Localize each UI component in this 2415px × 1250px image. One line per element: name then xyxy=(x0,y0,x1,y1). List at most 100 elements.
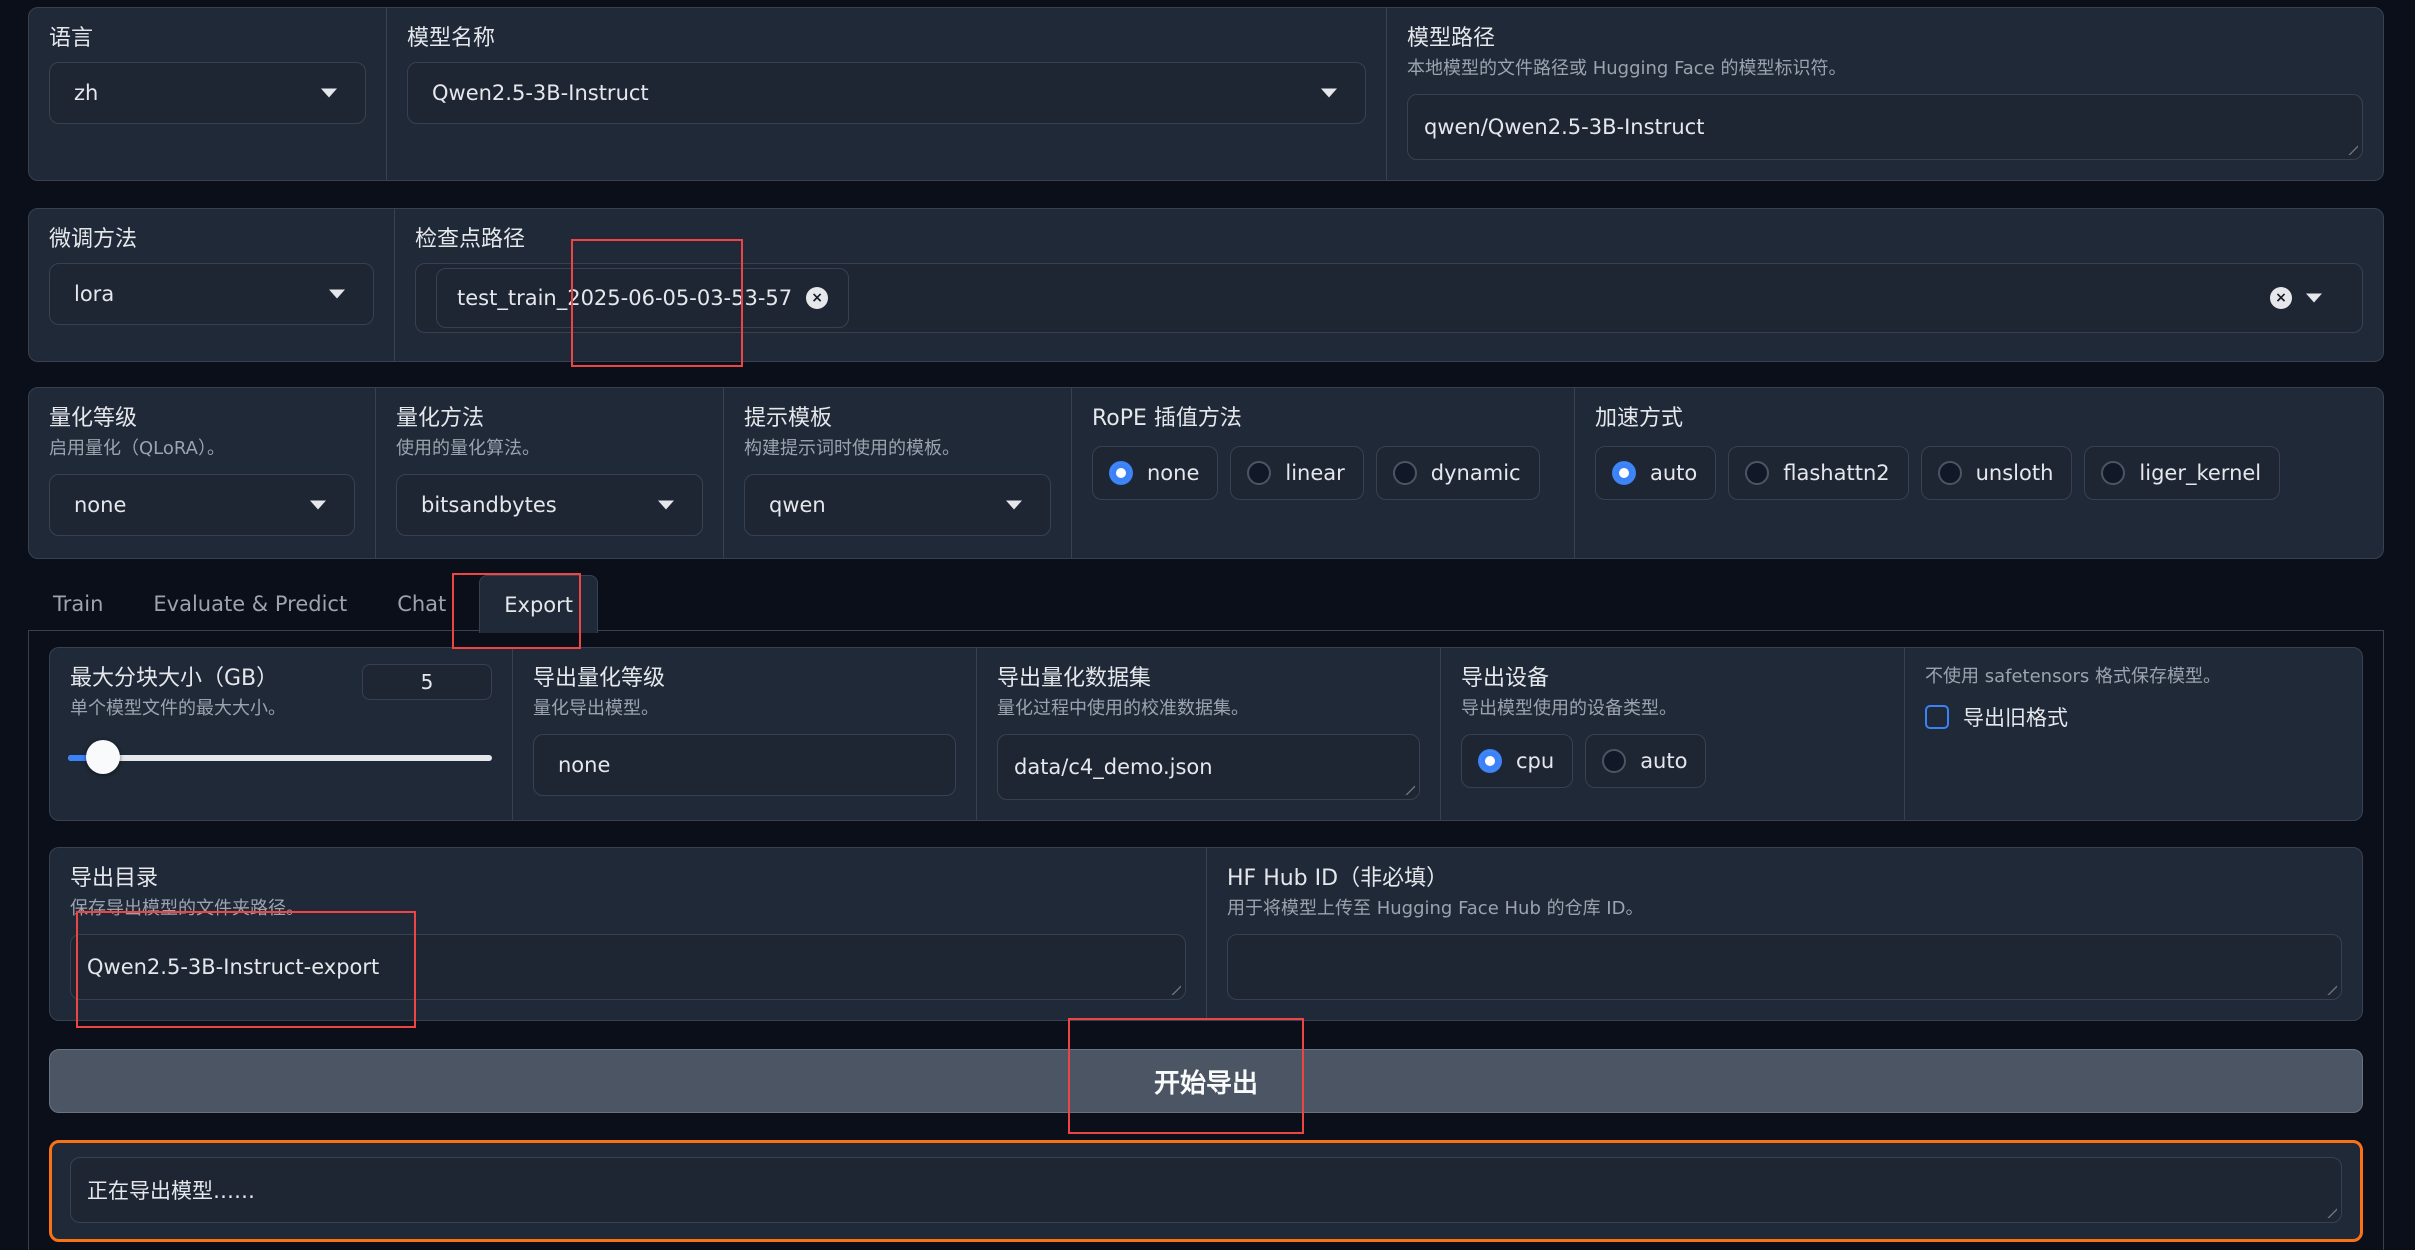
booster-label: 加速方式 xyxy=(1595,406,1684,431)
model-path-description: 本地模型的文件路径或 Hugging Face 的模型标识符。 xyxy=(1407,58,1847,80)
checkpoint-multiselect[interactable]: test_train_2025-06-05-03-53-57 × × xyxy=(415,263,2363,334)
legacy-format-checkbox-row[interactable]: 导出旧格式 xyxy=(1925,702,2342,732)
export-dir-value: Qwen2.5-3B-Instruct-export xyxy=(87,954,380,979)
finetune-value: lora xyxy=(74,282,115,307)
model-name-dropdown[interactable]: Qwen2.5-3B-Instruct xyxy=(407,62,1366,125)
model-name-value: Qwen2.5-3B-Instruct xyxy=(432,81,649,106)
export-dataset-cell: 导出量化数据集 量化过程中使用的校准数据集。 data/c4_demo.json xyxy=(977,648,1441,820)
finetune-row: 微调方法 lora 检查点路径 test_train_2025-06-05-03… xyxy=(28,208,2384,362)
language-value: zh xyxy=(74,81,99,106)
booster-radio-group: auto flashattn2 unsloth liger_kernel xyxy=(1595,446,2363,501)
rope-option-dynamic[interactable]: dynamic xyxy=(1375,446,1540,501)
radio-checked-icon xyxy=(1109,461,1133,486)
tab-train[interactable]: Train xyxy=(28,575,128,633)
resize-handle-icon[interactable] xyxy=(1403,782,1415,795)
output-textbox[interactable]: 正在导出模型…… xyxy=(70,1157,2342,1223)
booster-option-liger-kernel[interactable]: liger_kernel xyxy=(2084,446,2281,501)
tab-chat[interactable]: Chat xyxy=(372,575,471,633)
tab-export[interactable]: Export xyxy=(479,575,599,633)
booster-option-label: flashattn2 xyxy=(1783,461,1890,486)
max-shard-description: 单个模型文件的最大大小。 xyxy=(70,698,286,720)
resize-handle-icon[interactable] xyxy=(2325,1206,2337,1218)
export-dir-input[interactable]: Qwen2.5-3B-Instruct-export xyxy=(70,933,1186,1000)
rope-option-label: dynamic xyxy=(1430,461,1521,486)
export-quant-label: 导出量化等级 xyxy=(533,666,666,691)
radio-icon xyxy=(1392,461,1417,486)
finetune-cell: 微调方法 lora xyxy=(29,209,395,361)
export-dataset-label: 导出量化数据集 xyxy=(997,666,1152,691)
booster-option-label: auto xyxy=(1650,461,1698,486)
export-quant-cell: 导出量化等级 量化导出模型。 none xyxy=(513,648,977,820)
export-dataset-input[interactable]: data/c4_demo.json xyxy=(997,733,1420,800)
tab-evaluate-predict[interactable]: Evaluate & Predict xyxy=(128,575,372,633)
finetune-label: 微调方法 xyxy=(49,227,138,252)
export-device-description: 导出模型使用的设备类型。 xyxy=(1461,698,1677,720)
rope-radio-group: none linear dynamic xyxy=(1092,446,1554,501)
max-shard-slider-track[interactable] xyxy=(68,755,492,761)
quantization-row: 量化等级 启用量化（QLoRA）。 none 量化方法 使用的量化算法。 bit… xyxy=(28,387,2384,559)
max-shard-number-input[interactable]: 5 xyxy=(362,664,492,700)
clear-icon[interactable]: × xyxy=(2270,287,2292,310)
quant-level-cell: 量化等级 启用量化（QLoRA）。 none xyxy=(29,388,376,558)
main-tabs: Train Evaluate & Predict Chat Export xyxy=(28,575,599,633)
rope-option-linear[interactable]: linear xyxy=(1230,446,1364,501)
template-label: 提示模板 xyxy=(744,406,833,431)
start-export-label: 开始导出 xyxy=(1153,1068,1258,1099)
finetune-dropdown[interactable]: lora xyxy=(49,263,374,326)
chevron-down-icon xyxy=(329,289,345,299)
quant-method-value: bitsandbytes xyxy=(421,492,557,517)
close-icon[interactable]: × xyxy=(806,287,829,310)
rope-cell: RoPE 插值方法 none linear dynamic xyxy=(1072,388,1575,558)
output-panel: 正在导出模型…… xyxy=(49,1140,2363,1242)
radio-icon xyxy=(1937,461,1962,486)
max-shard-value: 5 xyxy=(420,670,434,694)
model-path-value: qwen/Qwen2.5-3B-Instruct xyxy=(1424,114,1705,139)
start-export-button[interactable]: 开始导出 xyxy=(49,1049,2363,1113)
quant-level-dropdown[interactable]: none xyxy=(49,473,355,536)
template-value: qwen xyxy=(769,492,826,517)
radio-icon xyxy=(1247,461,1272,486)
model-path-input[interactable]: qwen/Qwen2.5-3B-Instruct xyxy=(1407,93,2363,160)
device-option-auto[interactable]: auto xyxy=(1585,733,1707,788)
export-quant-input[interactable]: none xyxy=(533,733,956,796)
hub-id-input[interactable] xyxy=(1227,933,2342,1000)
checkbox-icon[interactable] xyxy=(1925,704,1949,729)
export-dir-cell: 导出目录 保存导出模型的文件夹路径。 Qwen2.5-3B-Instruct-e… xyxy=(50,848,1207,1020)
export-device-cell: 导出设备 导出模型使用的设备类型。 cpu auto xyxy=(1441,648,1905,820)
hub-id-cell: HF Hub ID（非必填） 用于将模型上传至 Hugging Face Hub… xyxy=(1207,848,2362,1020)
device-option-cpu[interactable]: cpu xyxy=(1461,733,1574,788)
language-cell: 语言 zh xyxy=(29,8,387,180)
chevron-down-icon[interactable] xyxy=(2306,293,2322,303)
booster-option-auto[interactable]: auto xyxy=(1595,446,1717,501)
chevron-down-icon xyxy=(310,500,326,510)
booster-option-flashattn2[interactable]: flashattn2 xyxy=(1728,446,1909,501)
booster-option-label: liger_kernel xyxy=(2139,461,2262,486)
quant-level-value: none xyxy=(74,492,127,517)
export-dataset-description: 量化过程中使用的校准数据集。 xyxy=(997,698,1249,720)
resize-handle-icon[interactable] xyxy=(2346,142,2358,155)
rope-option-none[interactable]: none xyxy=(1092,446,1219,501)
checkpoint-cell: 检查点路径 test_train_2025-06-05-03-53-57 × × xyxy=(395,209,2383,361)
rope-option-label: linear xyxy=(1285,461,1345,486)
radio-checked-icon xyxy=(1612,461,1636,486)
template-dropdown[interactable]: qwen xyxy=(744,473,1051,536)
language-dropdown[interactable]: zh xyxy=(49,62,366,125)
quant-method-dropdown[interactable]: bitsandbytes xyxy=(396,473,703,536)
export-dir-row: 导出目录 保存导出模型的文件夹路径。 Qwen2.5-3B-Instruct-e… xyxy=(49,847,2363,1021)
quant-level-label: 量化等级 xyxy=(49,406,138,431)
app-root: 语言 zh 模型名称 Qwen2.5-3B-Instruct 模型路径 本地模型… xyxy=(0,0,2415,1250)
device-option-label: auto xyxy=(1640,748,1688,773)
chevron-down-icon xyxy=(1321,88,1337,98)
radio-icon xyxy=(2101,461,2126,486)
quant-level-description: 启用量化（QLoRA）。 xyxy=(49,438,225,460)
resize-handle-icon[interactable] xyxy=(1169,982,1181,995)
export-dir-label: 导出目录 xyxy=(70,866,159,891)
resize-handle-icon[interactable] xyxy=(2325,982,2337,995)
radio-checked-icon xyxy=(1478,748,1502,773)
radio-icon xyxy=(1602,748,1627,773)
max-shard-slider-handle[interactable] xyxy=(86,740,121,774)
booster-option-unsloth[interactable]: unsloth xyxy=(1920,446,2073,501)
export-device-label: 导出设备 xyxy=(1461,666,1550,691)
rope-label: RoPE 插值方法 xyxy=(1092,406,1242,431)
legacy-format-label: 导出旧格式 xyxy=(1963,705,2068,730)
